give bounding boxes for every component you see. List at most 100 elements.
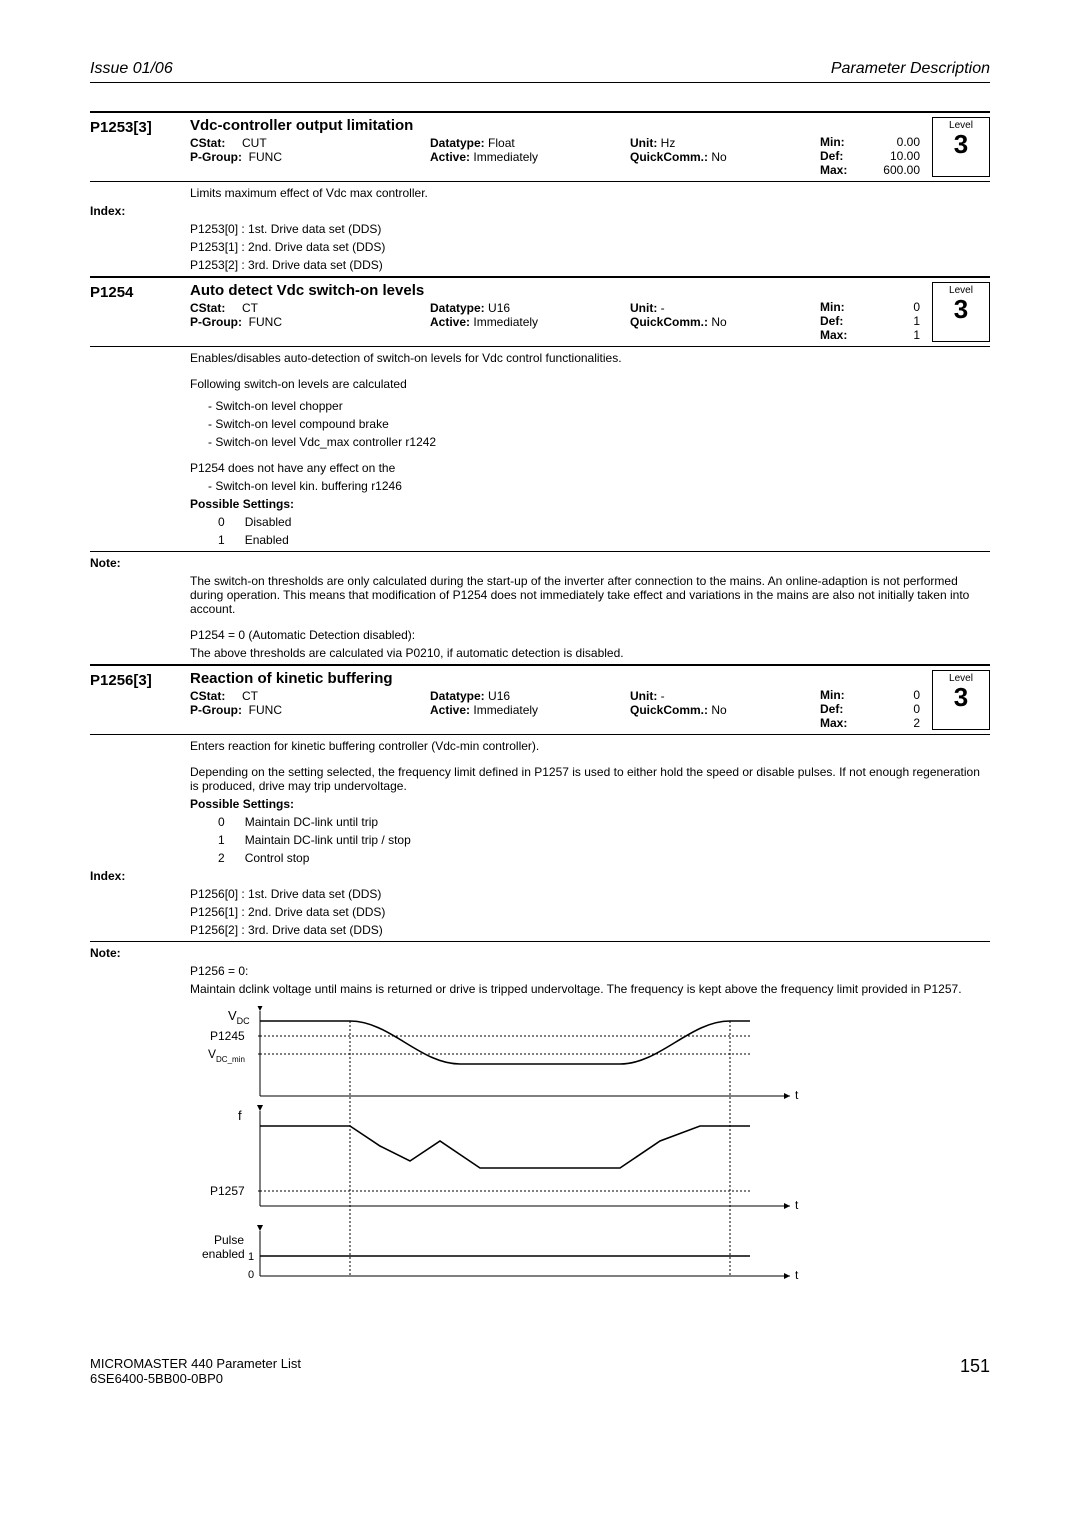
possible-settings-label: Possible Settings: (190, 497, 990, 511)
axis-label: t (795, 1268, 799, 1282)
active-value: Immediately (473, 315, 538, 329)
datatype-value: U16 (488, 689, 510, 703)
index-item: P1253[0] : 1st. Drive data set (DDS) (190, 222, 990, 236)
ytick-label: V (208, 1047, 216, 1061)
level-value: 3 (933, 296, 989, 322)
option-text: Enabled (245, 533, 289, 547)
quick-label: QuickComm.: (630, 703, 708, 717)
param-desc: P1254 does not have any effect on the (190, 461, 990, 475)
note-text: P1254 = 0 (Automatic Detection disabled)… (190, 628, 990, 642)
quick-value: No (711, 150, 726, 164)
min-value: 0.00 (897, 135, 920, 149)
note-text: Maintain dclink voltage until mains is r… (190, 982, 990, 996)
def-label: Def: (820, 314, 843, 328)
min-label: Min: (820, 688, 845, 702)
timing-diagram: VDC P1245 VDC_min t (190, 1006, 840, 1296)
pgroup-label: P-Group: (190, 703, 242, 717)
axis-label: t (795, 1088, 799, 1102)
param-title: Reaction of kinetic buffering (190, 670, 820, 687)
min-value: 0 (913, 300, 920, 314)
max-label: Max: (820, 328, 847, 342)
param-title: Auto detect Vdc switch-on levels (190, 282, 820, 299)
level-value: 3 (933, 684, 989, 710)
svg-text:VDC: VDC (228, 1008, 250, 1026)
active-label: Active: (430, 315, 470, 329)
unit-label: Unit: (630, 136, 657, 150)
axis-label: V (228, 1008, 237, 1023)
param-desc: Depending on the setting selected, the f… (190, 765, 990, 793)
unit-label: Unit: (630, 301, 657, 315)
datatype-label: Datatype: (430, 136, 485, 150)
index-item: P1256[1] : 2nd. Drive data set (DDS) (190, 905, 990, 919)
cstat-value: CUT (242, 136, 267, 150)
level-box: Level 3 (932, 670, 990, 730)
param-desc: Enters reaction for kinetic buffering co… (190, 739, 990, 753)
cstat-value: CT (242, 301, 258, 315)
datatype-value: U16 (488, 301, 510, 315)
option-text: Maintain DC-link until trip (245, 815, 378, 829)
list-item: - Switch-on level Vdc_max controller r12… (208, 435, 990, 449)
pgroup-value: FUNC (249, 150, 282, 164)
page-number: 151 (960, 1356, 990, 1386)
list-item: - Switch-on level kin. buffering r1246 (208, 479, 990, 493)
option-num: 0 (218, 815, 225, 829)
quick-value: No (711, 315, 726, 329)
def-label: Def: (820, 149, 843, 163)
header-left: Issue 01/06 (90, 60, 173, 78)
option-num: 1 (218, 533, 225, 547)
active-value: Immediately (473, 150, 538, 164)
option-num: 0 (218, 515, 225, 529)
pgroup-value: FUNC (249, 315, 282, 329)
param-p1254: P1254 Auto detect Vdc switch-on levels C… (90, 276, 990, 660)
possible-settings-label: Possible Settings: (190, 797, 990, 811)
footer-line1: MICROMASTER 440 Parameter List (90, 1356, 301, 1371)
index-label: Index: (90, 869, 190, 883)
svg-text:VDC_min: VDC_min (208, 1047, 245, 1064)
def-value: 10.00 (890, 149, 920, 163)
page-footer: MICROMASTER 440 Parameter List 6SE6400-5… (90, 1356, 990, 1386)
pgroup-label: P-Group: (190, 315, 242, 329)
option-num: 2 (218, 851, 225, 865)
quick-label: QuickComm.: (630, 315, 708, 329)
max-value: 600.00 (883, 163, 920, 177)
minmax: Min: 0.00 Def: 10.00 Max: 600.00 (820, 117, 920, 177)
param-desc: Enables/disables auto-detection of switc… (190, 351, 990, 365)
ytick-label: 0 (248, 1269, 254, 1281)
datatype-label: Datatype: (430, 689, 485, 703)
param-p1256: P1256[3] Reaction of kinetic buffering C… (90, 664, 990, 1296)
axis-label-sub: DC (237, 1016, 250, 1026)
index-item: P1253[1] : 2nd. Drive data set (DDS) (190, 240, 990, 254)
active-label: Active: (430, 703, 470, 717)
index-label: Index: (90, 204, 190, 218)
level-box: Level 3 (932, 117, 990, 177)
max-label: Max: (820, 163, 847, 177)
cstat-label: CStat: (190, 301, 225, 315)
max-value: 1 (913, 328, 920, 342)
index-item: P1253[2] : 3rd. Drive data set (DDS) (190, 258, 990, 272)
page-header: Issue 01/06 Parameter Description (90, 60, 990, 83)
option-text: Control stop (245, 851, 310, 865)
unit-label: Unit: (630, 689, 657, 703)
pgroup-label: P-Group: (190, 150, 242, 164)
axis-label: enabled (202, 1247, 245, 1261)
index-item: P1256[2] : 3rd. Drive data set (DDS) (190, 923, 990, 937)
param-title: Vdc-controller output limitation (190, 117, 820, 134)
min-label: Min: (820, 135, 845, 149)
min-label: Min: (820, 300, 845, 314)
header-right: Parameter Description (831, 60, 990, 78)
note-text: P1256 = 0: (190, 964, 990, 978)
min-value: 0 (913, 688, 920, 702)
max-label: Max: (820, 716, 847, 730)
quick-value: No (711, 703, 726, 717)
param-desc: Following switch-on levels are calculate… (190, 377, 990, 391)
note-label: Note: (90, 946, 190, 960)
axis-label: Pulse (214, 1233, 244, 1247)
axis-label: f (238, 1108, 242, 1123)
option-num: 1 (218, 833, 225, 847)
note-text: The above thresholds are calculated via … (190, 646, 990, 660)
def-value: 0 (913, 702, 920, 716)
minmax: Min:0 Def:1 Max:1 (820, 282, 920, 342)
level-box: Level 3 (932, 282, 990, 342)
param-desc: Limits maximum effect of Vdc max control… (190, 186, 990, 200)
cstat-value: CT (242, 689, 258, 703)
